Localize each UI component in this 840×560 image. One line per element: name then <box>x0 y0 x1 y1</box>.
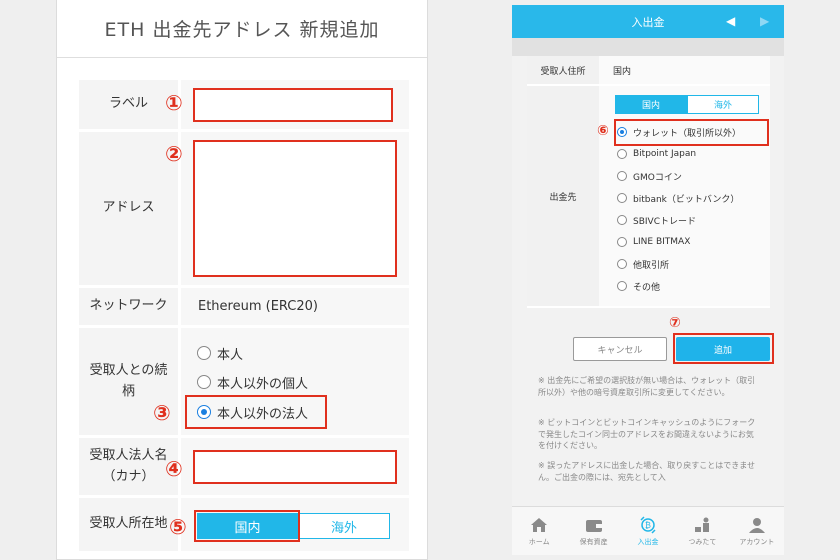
network-value: Ethereum (ERC20) <box>198 299 319 314</box>
recipient-address-label: 受取人住所 <box>527 56 599 84</box>
destination-label: 出金先 <box>527 86 599 306</box>
radio-selected-icon <box>617 127 627 137</box>
tab-overseas[interactable]: 海外 <box>687 95 759 114</box>
nav-savings[interactable]: つみたて <box>675 507 729 555</box>
radio-icon <box>617 149 627 159</box>
marker-2: ② <box>165 142 183 166</box>
network-row: ネットワーク Ethereum (ERC20) <box>79 288 409 328</box>
bottom-nav: ホーム 保有資産 ₿ 入出金 つみたて アカウント <box>512 506 784 555</box>
highlight-box <box>194 510 300 542</box>
destination-option-other-exchange[interactable]: 他取引所 <box>617 253 741 275</box>
wallet-icon <box>584 516 604 534</box>
destination-option-other[interactable]: その他 <box>617 275 741 297</box>
prev-arrow-icon[interactable]: ◀ <box>726 14 735 28</box>
radio-icon <box>617 281 627 291</box>
network-field-label: ネットワーク <box>79 288 181 325</box>
marker-1: ① <box>165 91 183 115</box>
tab-domestic[interactable]: 国内 <box>615 95 687 114</box>
destination-option-bitbank[interactable]: bitbank（ビットバンク） <box>617 187 741 209</box>
radio-icon <box>617 193 627 203</box>
relation-row: 受取人との続 柄 本人 本人以外の個人 ③ 本人以外の法人 <box>79 328 409 438</box>
marker-5: ⑤ <box>169 515 187 539</box>
nav-home[interactable]: ホーム <box>512 507 566 555</box>
location-row: 受取人所在地 ⑤ 国内 海外 <box>79 498 409 554</box>
recipient-address-value: 国内 <box>599 56 770 84</box>
relation-option-other-corporation[interactable]: 本人以外の法人 <box>197 401 308 423</box>
radio-icon <box>617 215 627 225</box>
nav-deposit-withdraw[interactable]: ₿ 入出金 <box>621 507 675 555</box>
address-row: アドレス ② <box>79 132 409 288</box>
marker-6: ⑥ <box>597 123 609 139</box>
highlight-box <box>673 333 774 364</box>
user-icon <box>747 516 767 534</box>
address-textarea[interactable] <box>193 140 397 277</box>
header-title: 入出金 <box>631 15 665 29</box>
next-arrow-icon[interactable]: ▶ <box>760 14 769 28</box>
radio-icon <box>617 259 627 269</box>
location-overseas-toggle[interactable]: 海外 <box>298 513 390 539</box>
add-address-form: ETH 出金先アドレス 新規追加 ラベル ① アドレス ② ネットワーク Eth… <box>56 0 428 560</box>
destination-option-line-bitmax[interactable]: LINE BITMAX <box>617 231 741 253</box>
radio-icon <box>197 375 211 389</box>
destination-option-gmo[interactable]: GMOコイン <box>617 165 741 187</box>
header-strip <box>512 38 784 56</box>
marker-7: ⑦ <box>669 315 681 331</box>
home-icon <box>529 516 549 534</box>
page-title: ETH 出金先アドレス 新規追加 <box>57 0 427 58</box>
relation-option-other-individual[interactable]: 本人以外の個人 <box>197 371 308 393</box>
marker-3: ③ <box>153 401 171 425</box>
destination-option-sbivc[interactable]: SBIVCトレード <box>617 209 741 231</box>
nav-assets[interactable]: 保有資産 <box>566 507 620 555</box>
app-header: 入出金 ◀ ▶ <box>512 5 784 38</box>
radio-selected-icon <box>197 405 211 419</box>
label-row: ラベル ① <box>79 80 409 132</box>
destination-option-bitpoint[interactable]: Bitpoint Japan <box>617 143 741 165</box>
label-input[interactable] <box>193 88 393 122</box>
corp-name-row: 受取人法人名 （カナ） ④ <box>79 438 409 498</box>
relation-option-self[interactable]: 本人 <box>197 342 243 364</box>
coins-stack-icon <box>692 516 712 534</box>
coin-exchange-icon: ₿ <box>638 515 658 534</box>
note-1: ※ 出金先にご希望の選択肢が無い場合は、ウォレット（取引所以外）や他の暗号資産取… <box>538 376 756 397</box>
marker-4: ④ <box>165 457 183 481</box>
radio-icon <box>617 237 627 247</box>
location-field-label: 受取人所在地 <box>79 498 181 551</box>
svg-text:₿: ₿ <box>645 521 651 530</box>
destination-card: 受取人住所 国内 出金先 国内 海外 ⑥ ウォレット（取引所以外） Bitpoi… <box>527 56 770 308</box>
mobile-withdraw-screen: 入出金 ◀ ▶ 受取人住所 国内 出金先 国内 海外 ⑥ ウォレット（取引所以外… <box>512 5 784 555</box>
destination-list: ウォレット（取引所以外） Bitpoint Japan GMOコイン bitba… <box>617 121 741 297</box>
corp-name-input[interactable] <box>193 450 397 484</box>
nav-account[interactable]: アカウント <box>730 507 784 555</box>
destination-option-wallet[interactable]: ウォレット（取引所以外） <box>617 121 741 143</box>
note-3: ※ 誤ったアドレスに出金した場合、取り戻すことはできません。ご出金の際には、宛先… <box>538 461 756 482</box>
cancel-button[interactable]: キャンセル <box>573 337 667 361</box>
note-2: ※ ビットコインとビットコインキャッシュのようにフォークで発生したコイン同士のア… <box>538 418 756 451</box>
radio-icon <box>197 346 211 360</box>
radio-icon <box>617 171 627 181</box>
screenshot-canvas: ETH 出金先アドレス 新規追加 ラベル ① アドレス ② ネットワーク Eth… <box>0 0 840 560</box>
